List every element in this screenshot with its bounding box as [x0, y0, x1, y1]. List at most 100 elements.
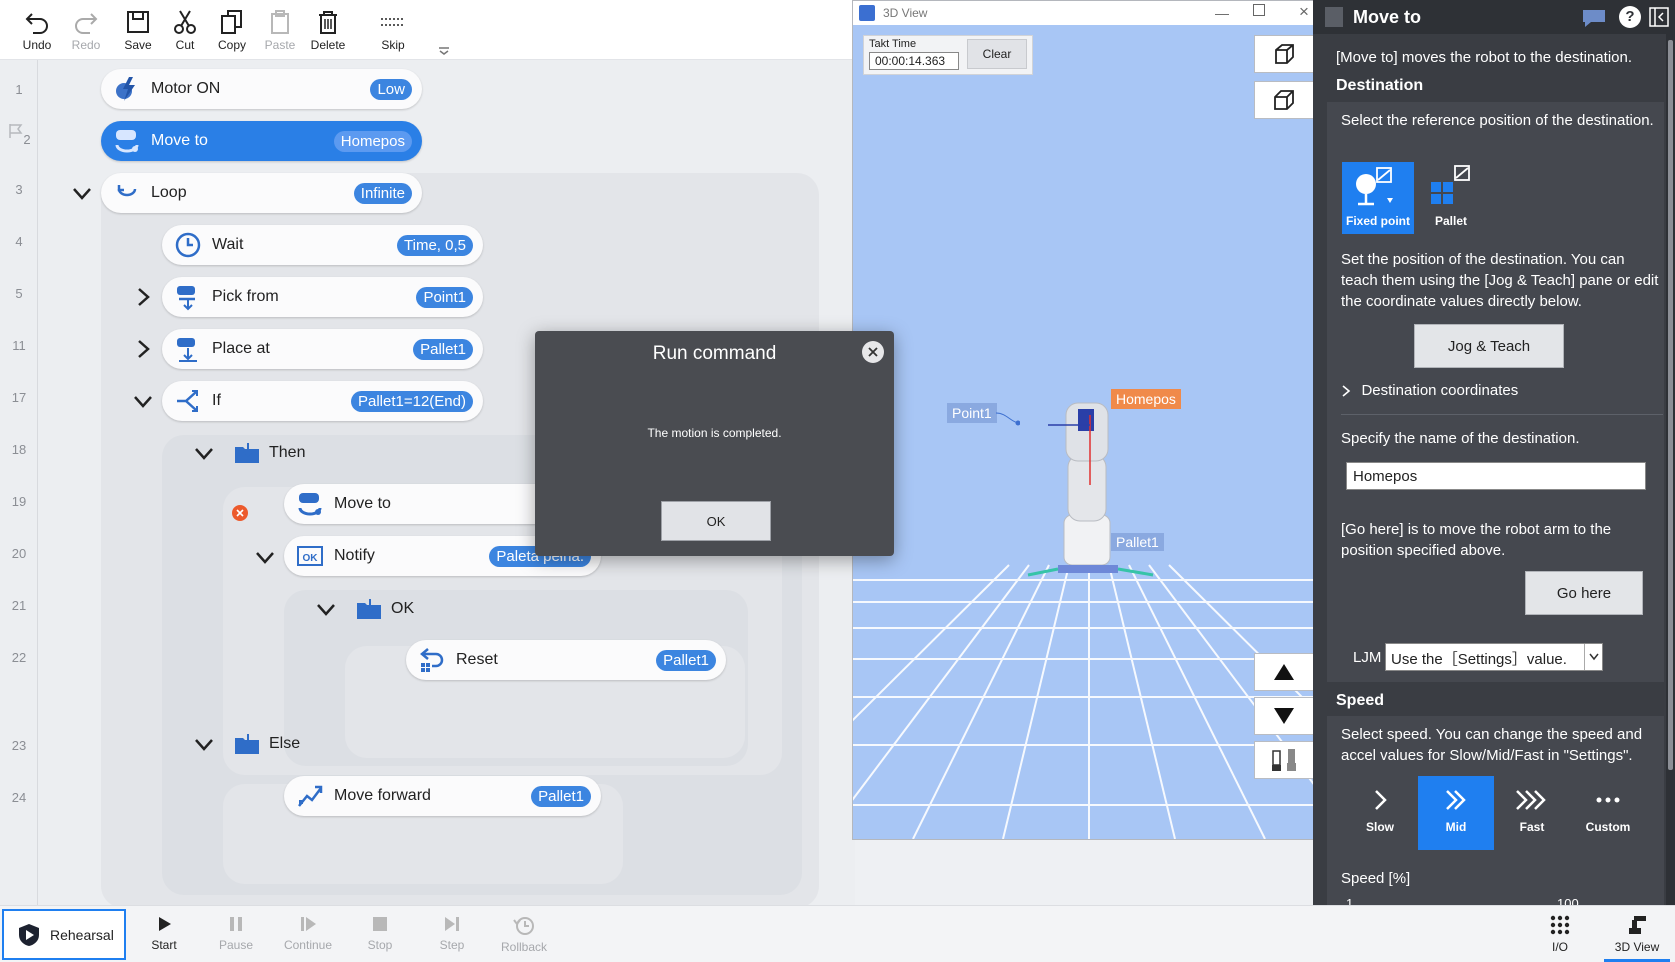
minimize-icon[interactable]: —: [1215, 5, 1229, 21]
undo-button[interactable]: Undo: [13, 4, 61, 58]
camera-up-button[interactable]: [1254, 653, 1314, 691]
collapse-chevron-icon[interactable]: [71, 182, 93, 204]
branch-icon: [174, 387, 202, 415]
jog-teach-button[interactable]: Jog & Teach: [1414, 324, 1564, 368]
app-icon: [859, 5, 875, 21]
line-number: 21: [11, 598, 27, 613]
collapse-chevron-icon[interactable]: [193, 733, 215, 755]
collapse-chevron-icon[interactable]: [254, 546, 276, 568]
destination-name-input[interactable]: [1346, 462, 1646, 490]
pause-button[interactable]: Pause: [204, 912, 268, 952]
panel-scrollbar-thumb[interactable]: [1668, 40, 1673, 770]
point1-label: Point1: [947, 403, 997, 423]
cut-button[interactable]: Cut: [161, 4, 209, 58]
panel-scrollbar[interactable]: [1666, 34, 1675, 905]
help-icon[interactable]: ?: [1619, 6, 1641, 28]
start-button[interactable]: Start: [132, 912, 196, 952]
close-icon[interactable]: ×: [1299, 2, 1309, 22]
destination-coordinates-toggle[interactable]: Destination coordinates: [1341, 382, 1518, 400]
collapse-chevron-icon[interactable]: [315, 598, 337, 620]
toolbar-more-icon[interactable]: [438, 42, 450, 60]
run-command-dialog: Run command The motion is completed. OK: [535, 331, 894, 556]
feedback-icon[interactable]: [1581, 6, 1607, 28]
expand-chevron-icon[interactable]: [132, 338, 154, 360]
continue-icon: [301, 917, 316, 931]
speed-percent-label: Speed [%]: [1341, 870, 1411, 887]
block-move-forward[interactable]: Move forward Pallet1: [284, 776, 601, 816]
delete-label: Delete: [310, 38, 346, 52]
continue-button[interactable]: Continue: [276, 912, 340, 952]
speed-mid-button[interactable]: Mid: [1418, 776, 1494, 850]
collapse-chevron-icon[interactable]: [132, 390, 154, 412]
save-button[interactable]: Save: [114, 4, 162, 58]
block-label: Pick from: [212, 288, 279, 305]
io-button[interactable]: I/O: [1528, 912, 1592, 954]
copy-button[interactable]: Copy: [208, 4, 256, 58]
line-number: 18: [11, 442, 27, 457]
rollback-button[interactable]: Rollback: [492, 912, 556, 954]
robot-display-icon: [1272, 749, 1296, 771]
block-param: Pallet1: [413, 338, 473, 360]
chevron-fast-icon: [1516, 790, 1546, 810]
3d-scene[interactable]: Point1 Homepos Pallet1 Takt Time 00:00:1…: [853, 25, 1323, 839]
go-here-text: [Go here] is to move the robot arm to th…: [1341, 521, 1612, 559]
undo-label: Undo: [22, 38, 52, 52]
branch-else[interactable]: Else: [233, 726, 300, 762]
skip-button[interactable]: Skip: [369, 4, 417, 58]
error-icon[interactable]: [232, 505, 248, 521]
view-cube-front-button[interactable]: [1254, 35, 1314, 73]
block-place-at[interactable]: Place at Pallet1: [162, 329, 483, 369]
branch-ok[interactable]: OK: [355, 591, 414, 627]
line-number: 22: [11, 650, 27, 665]
block-motor-on[interactable]: Motor ON Low: [101, 69, 422, 109]
3d-view-button[interactable]: 3D View: [1604, 912, 1670, 962]
grid-dots-icon: [1550, 915, 1570, 935]
properties-panel: Move to ? [Move to] moves the robot to t…: [1313, 0, 1675, 905]
paste-button[interactable]: Paste: [256, 4, 304, 58]
block-param: Time, 0,5: [397, 234, 473, 256]
clear-button[interactable]: Clear: [967, 39, 1027, 69]
speed-slow-button[interactable]: Slow: [1342, 776, 1418, 850]
robot-arm-icon: [113, 127, 141, 155]
play-icon: [159, 917, 171, 931]
dialog-ok-button[interactable]: OK: [661, 501, 771, 541]
destination-heading: Destination: [1336, 77, 1424, 94]
block-label: Move to: [151, 132, 208, 149]
robot-display-button[interactable]: [1254, 741, 1314, 779]
rehearsal-button[interactable]: Rehearsal: [2, 909, 126, 960]
pause-label: Pause: [218, 938, 254, 952]
undo-icon: [25, 13, 48, 34]
fixed-point-button[interactable]: Fixed point: [1342, 162, 1414, 234]
block-reset[interactable]: Reset Pallet1: [406, 640, 726, 680]
speed-fast-button[interactable]: Fast: [1494, 776, 1570, 850]
maximize-icon[interactable]: [1253, 4, 1265, 16]
block-move-to-selected[interactable]: Move to Homepos: [101, 121, 422, 161]
speed-custom-button[interactable]: Custom: [1570, 776, 1646, 850]
delete-button[interactable]: Delete: [304, 4, 352, 58]
block-loop[interactable]: Loop Infinite: [101, 173, 422, 213]
block-wait[interactable]: Wait Time, 0,5: [162, 225, 483, 265]
redo-button[interactable]: Redo: [62, 4, 110, 58]
point1-marker: [996, 412, 1020, 426]
ljm-select[interactable]: Use the［Settings］value.: [1385, 643, 1603, 671]
robot-arm-icon: [296, 490, 324, 518]
pallet-button[interactable]: Pallet: [1415, 162, 1487, 234]
collapse-panel-icon[interactable]: [1649, 7, 1669, 27]
view-cube-side-button[interactable]: [1254, 81, 1314, 119]
scissors-icon: [174, 10, 196, 34]
fixed-point-icon: [1356, 167, 1393, 206]
block-if[interactable]: If Pallet1=12(End): [162, 381, 483, 421]
go-here-button[interactable]: Go here: [1525, 571, 1643, 615]
collapse-chevron-icon[interactable]: [193, 442, 215, 464]
skip-label: Skip: [381, 38, 405, 52]
block-pick-from[interactable]: Pick from Point1: [162, 277, 483, 317]
dialog-close-button[interactable]: [862, 341, 884, 363]
step-button[interactable]: Step: [420, 912, 484, 952]
stop-label: Stop: [367, 938, 393, 952]
camera-down-button[interactable]: [1254, 697, 1314, 735]
expand-chevron-icon[interactable]: [132, 286, 154, 308]
block-label: Wait: [212, 236, 244, 253]
redo-icon: [75, 13, 98, 34]
stop-button[interactable]: Stop: [348, 912, 412, 952]
branch-then[interactable]: Then: [233, 435, 305, 471]
